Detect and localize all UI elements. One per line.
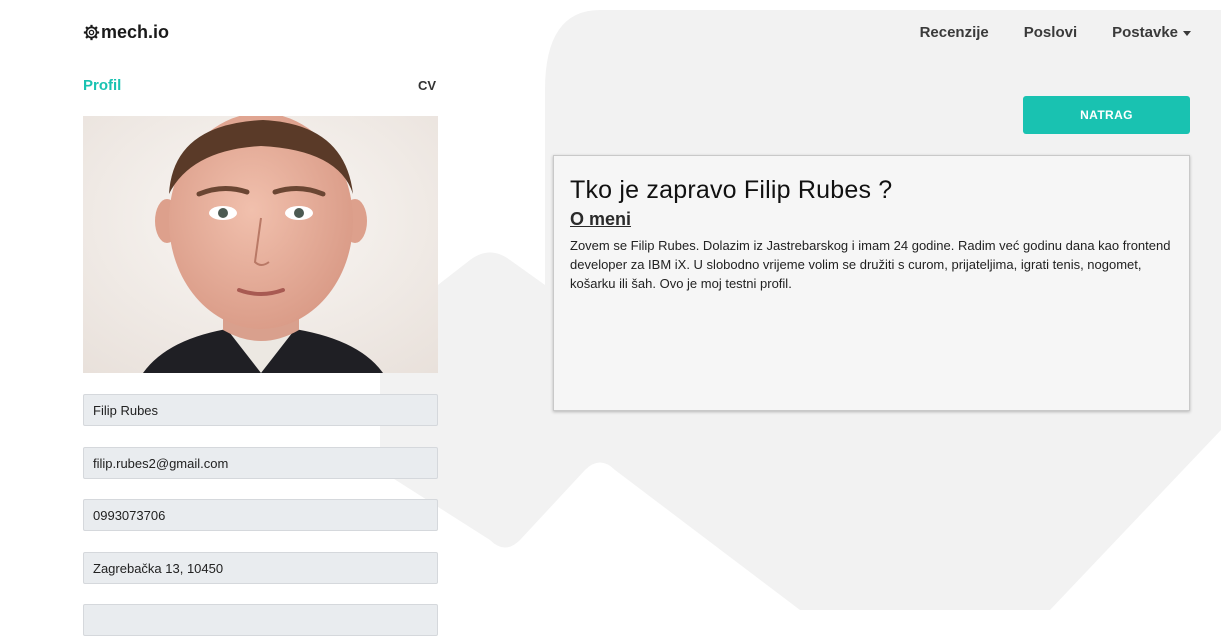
brand-logo[interactable]: mech.io [83, 22, 169, 43]
brand-name: mech.io [101, 22, 170, 42]
nav-postavke-dropdown[interactable]: Postavke [1112, 24, 1191, 41]
profile-photo [83, 116, 438, 373]
gear-icon [83, 24, 100, 41]
email-field[interactable]: filip.rubes2@gmail.com [83, 447, 438, 479]
top-nav: Recenzije Poslovi Postavke [920, 24, 1191, 41]
nav-recenzije[interactable]: Recenzije [920, 24, 989, 41]
address-field[interactable]: Zagrebačka 13, 10450 [83, 552, 438, 584]
back-button[interactable]: NATRAG [1023, 96, 1190, 134]
name-field[interactable]: Filip Rubes [83, 394, 438, 426]
nav-postavke-label: Postavke [1112, 24, 1178, 41]
tab-cv[interactable]: CV [418, 78, 436, 93]
about-text: Zovem se Filip Rubes. Dolazim iz Jastreb… [570, 238, 1171, 291]
about-card: Tko je zapravo Filip Rubes ? O meni Zove… [553, 155, 1190, 411]
about-title: Tko je zapravo Filip Rubes ? [570, 176, 893, 204]
nav-poslovi[interactable]: Poslovi [1024, 24, 1077, 41]
extra-field[interactable] [83, 604, 438, 636]
about-heading: O meni [570, 209, 632, 229]
tab-profil[interactable]: Profil [83, 77, 121, 94]
chevron-down-icon [1183, 30, 1191, 36]
phone-field[interactable]: 0993073706 [83, 499, 438, 531]
